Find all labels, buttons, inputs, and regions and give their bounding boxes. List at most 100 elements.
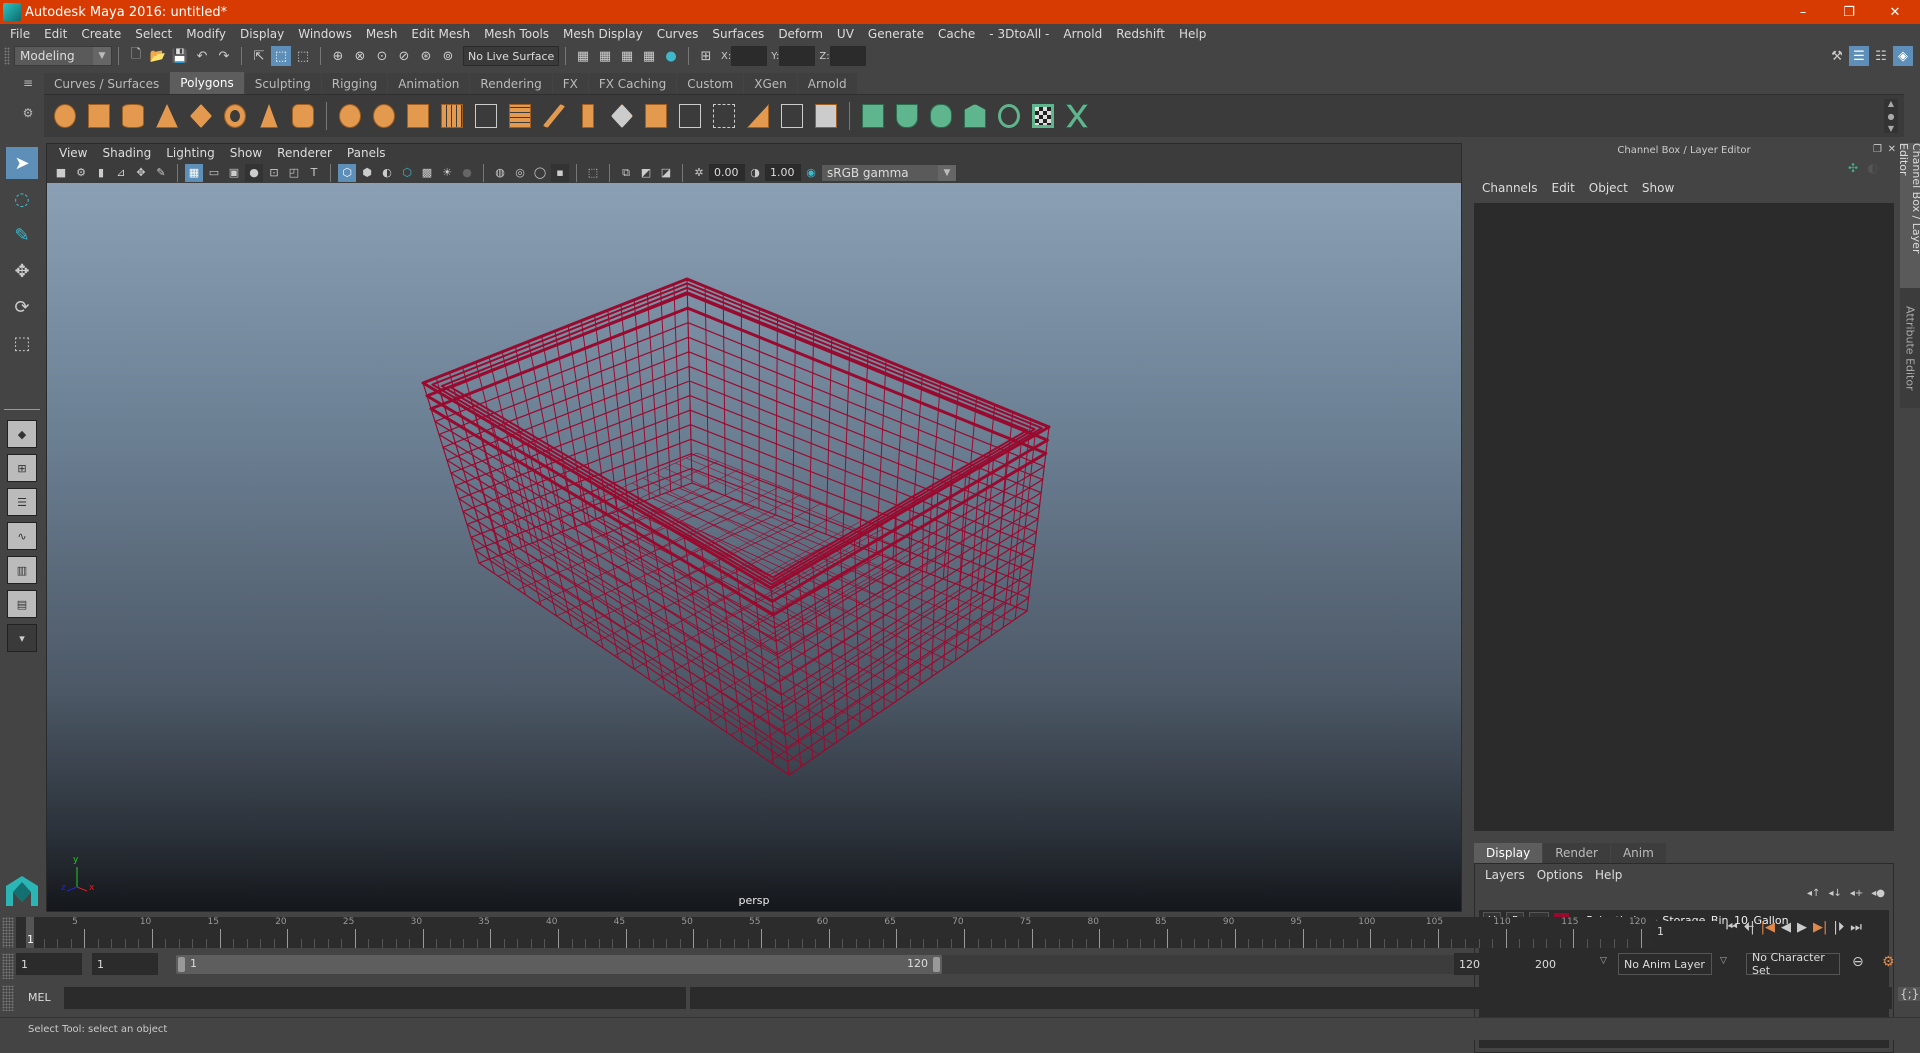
- fill-hole-icon[interactable]: [743, 101, 773, 131]
- use-all-lights-icon[interactable]: ☀: [438, 164, 456, 182]
- shadows-icon[interactable]: ●: [458, 164, 476, 182]
- anim-layer-dropdown[interactable]: No Anim Layer: [1618, 953, 1712, 975]
- go-to-start-icon[interactable]: ⏮: [1726, 920, 1738, 935]
- animation-end-field[interactable]: 200: [1530, 953, 1594, 975]
- play-forwards-icon[interactable]: ▶: [1797, 920, 1807, 935]
- extract-icon[interactable]: [471, 101, 501, 131]
- menu-cache[interactable]: Cache: [932, 27, 983, 41]
- persp-outliner-layout-icon[interactable]: ☰: [7, 488, 37, 516]
- panel-menu-lighting[interactable]: Lighting: [160, 146, 224, 160]
- y-field[interactable]: [779, 46, 815, 66]
- layout-uv-icon[interactable]: [1062, 101, 1092, 131]
- float-panel-icon[interactable]: ❐: [1873, 144, 1882, 155]
- step-forward-frame-icon[interactable]: |⏵: [1833, 920, 1844, 935]
- bridge-icon[interactable]: [539, 101, 569, 131]
- camera-select-icon[interactable]: ■: [52, 164, 70, 182]
- camera-attributes-icon[interactable]: ⚙: [72, 164, 90, 182]
- step-back-frame-icon[interactable]: ⏴|: [1744, 920, 1755, 935]
- persp-graph-hypergraph-layout-icon[interactable]: ▤: [7, 590, 37, 618]
- range-end-handle[interactable]: [933, 957, 940, 972]
- scale-tool-icon[interactable]: ⬚: [6, 327, 38, 359]
- cylindrical-uv-icon[interactable]: [892, 101, 922, 131]
- uv-editor-icon[interactable]: [1028, 101, 1058, 131]
- step-forward-key-icon[interactable]: ▶|: [1813, 920, 1827, 935]
- menu-modify[interactable]: Modify: [180, 27, 234, 41]
- hypershade-icon[interactable]: ●: [661, 46, 681, 66]
- panel-menu-panels[interactable]: Panels: [341, 146, 395, 160]
- menu-generate[interactable]: Generate: [862, 27, 932, 41]
- image-plane-icon[interactable]: ⊿: [112, 164, 130, 182]
- poly-cone-icon[interactable]: [152, 101, 182, 131]
- poly-cube-icon[interactable]: [84, 101, 114, 131]
- input-mode-icon[interactable]: ⊞: [696, 46, 716, 66]
- shelf-tab-xgen[interactable]: XGen: [744, 73, 797, 94]
- menu-surfaces[interactable]: Surfaces: [706, 27, 772, 41]
- shelf-tab-rigging[interactable]: Rigging: [322, 73, 387, 94]
- le-menu-layers[interactable]: Layers: [1481, 868, 1533, 882]
- combine-icon[interactable]: [335, 101, 365, 131]
- depth-of-field-icon[interactable]: ▪: [551, 164, 569, 182]
- range-start-handle[interactable]: [178, 957, 185, 972]
- mel-label[interactable]: MEL: [28, 991, 51, 1004]
- poly-sphere-icon[interactable]: [50, 101, 80, 131]
- bevel-icon[interactable]: [505, 101, 535, 131]
- cb-menu-channels[interactable]: Channels: [1476, 181, 1546, 195]
- close-panel-icon[interactable]: ✕: [1888, 144, 1896, 155]
- play-backwards-icon[interactable]: ◀: [1781, 920, 1791, 935]
- panel-menu-show[interactable]: Show: [224, 146, 271, 160]
- menu-edit-mesh[interactable]: Edit Mesh: [405, 27, 478, 41]
- step-back-key-icon[interactable]: |◀: [1761, 920, 1775, 935]
- menu-mesh[interactable]: Mesh: [360, 27, 406, 41]
- safe-title-icon[interactable]: T: [305, 164, 323, 182]
- field-chart-icon[interactable]: ⊡: [265, 164, 283, 182]
- character-set-dropdown[interactable]: No Character Set: [1746, 953, 1840, 975]
- panel-menu-shading[interactable]: Shading: [96, 146, 160, 160]
- motion-blur-icon[interactable]: ◎: [511, 164, 529, 182]
- grease-pencil-icon[interactable]: ✎: [152, 164, 170, 182]
- side-tab-attribute-editor[interactable]: Attribute Editor: [1900, 288, 1920, 408]
- range-slider[interactable]: 1 120: [176, 955, 942, 974]
- menu-edit[interactable]: Edit: [38, 27, 75, 41]
- playback-start-field[interactable]: 1: [92, 953, 158, 975]
- append-icon[interactable]: [641, 101, 671, 131]
- snap-point-icon[interactable]: ⊙: [372, 46, 392, 66]
- rotate-tool-icon[interactable]: ⟳: [6, 291, 38, 323]
- shelf-tab-sculpting[interactable]: Sculpting: [245, 73, 321, 94]
- render-settings-icon[interactable]: ▦: [639, 46, 659, 66]
- gamma-icon[interactable]: ◑: [746, 164, 764, 182]
- cb-menu-show[interactable]: Show: [1636, 181, 1682, 195]
- side-tab-channel-box[interactable]: Channel Box / Layer Editor: [1900, 143, 1920, 288]
- new-scene-icon[interactable]: 🗋: [126, 46, 146, 66]
- persp-graph-layout-icon[interactable]: ∿: [7, 522, 37, 550]
- merge-center-icon[interactable]: [777, 101, 807, 131]
- save-scene-icon[interactable]: 💾: [170, 46, 190, 66]
- resolution-gate-icon[interactable]: ▣: [225, 164, 243, 182]
- move-layer-up-icon[interactable]: ◂↑: [1807, 888, 1820, 899]
- shelf-tab-fx-caching[interactable]: FX Caching: [589, 73, 676, 94]
- current-frame-field[interactable]: 1: [1652, 921, 1718, 941]
- multi-cut-icon[interactable]: [573, 101, 603, 131]
- shelf-tab-rendering[interactable]: Rendering: [470, 73, 551, 94]
- channel-box-toggle-icon[interactable]: ◈: [1893, 46, 1913, 66]
- more-layouts-icon[interactable]: ▾: [7, 624, 37, 652]
- animation-start-field[interactable]: 1: [16, 953, 82, 975]
- xray-icon[interactable]: ⧉: [617, 164, 635, 182]
- layer-tab-anim[interactable]: Anim: [1611, 843, 1666, 863]
- scroll-down-icon[interactable]: ▼: [1888, 124, 1894, 133]
- wireframe-on-shaded-icon[interactable]: ⬡: [398, 164, 416, 182]
- lasso-tool-icon[interactable]: ◌: [6, 183, 38, 215]
- auto-uv-icon[interactable]: [960, 101, 990, 131]
- undo-icon[interactable]: ↶: [192, 46, 212, 66]
- script-editor-icon[interactable]: {;}: [1898, 987, 1920, 1001]
- gamma-field[interactable]: 1.00: [765, 164, 801, 181]
- grip-handle[interactable]: [4, 47, 10, 65]
- menu-3dtoall[interactable]: - 3DtoAll -: [983, 27, 1057, 41]
- menu-create[interactable]: Create: [75, 27, 129, 41]
- time-slider[interactable]: 5101520253035404550556065707580859095100…: [16, 917, 1656, 948]
- exposure-icon[interactable]: ✲: [690, 164, 708, 182]
- poly-cylinder-icon[interactable]: [118, 101, 148, 131]
- separate-icon[interactable]: [369, 101, 399, 131]
- attribute-editor-toggle-icon[interactable]: ☰: [1849, 46, 1869, 66]
- snap-grid-icon[interactable]: ⊕: [328, 46, 348, 66]
- planar-uv-icon[interactable]: [858, 101, 888, 131]
